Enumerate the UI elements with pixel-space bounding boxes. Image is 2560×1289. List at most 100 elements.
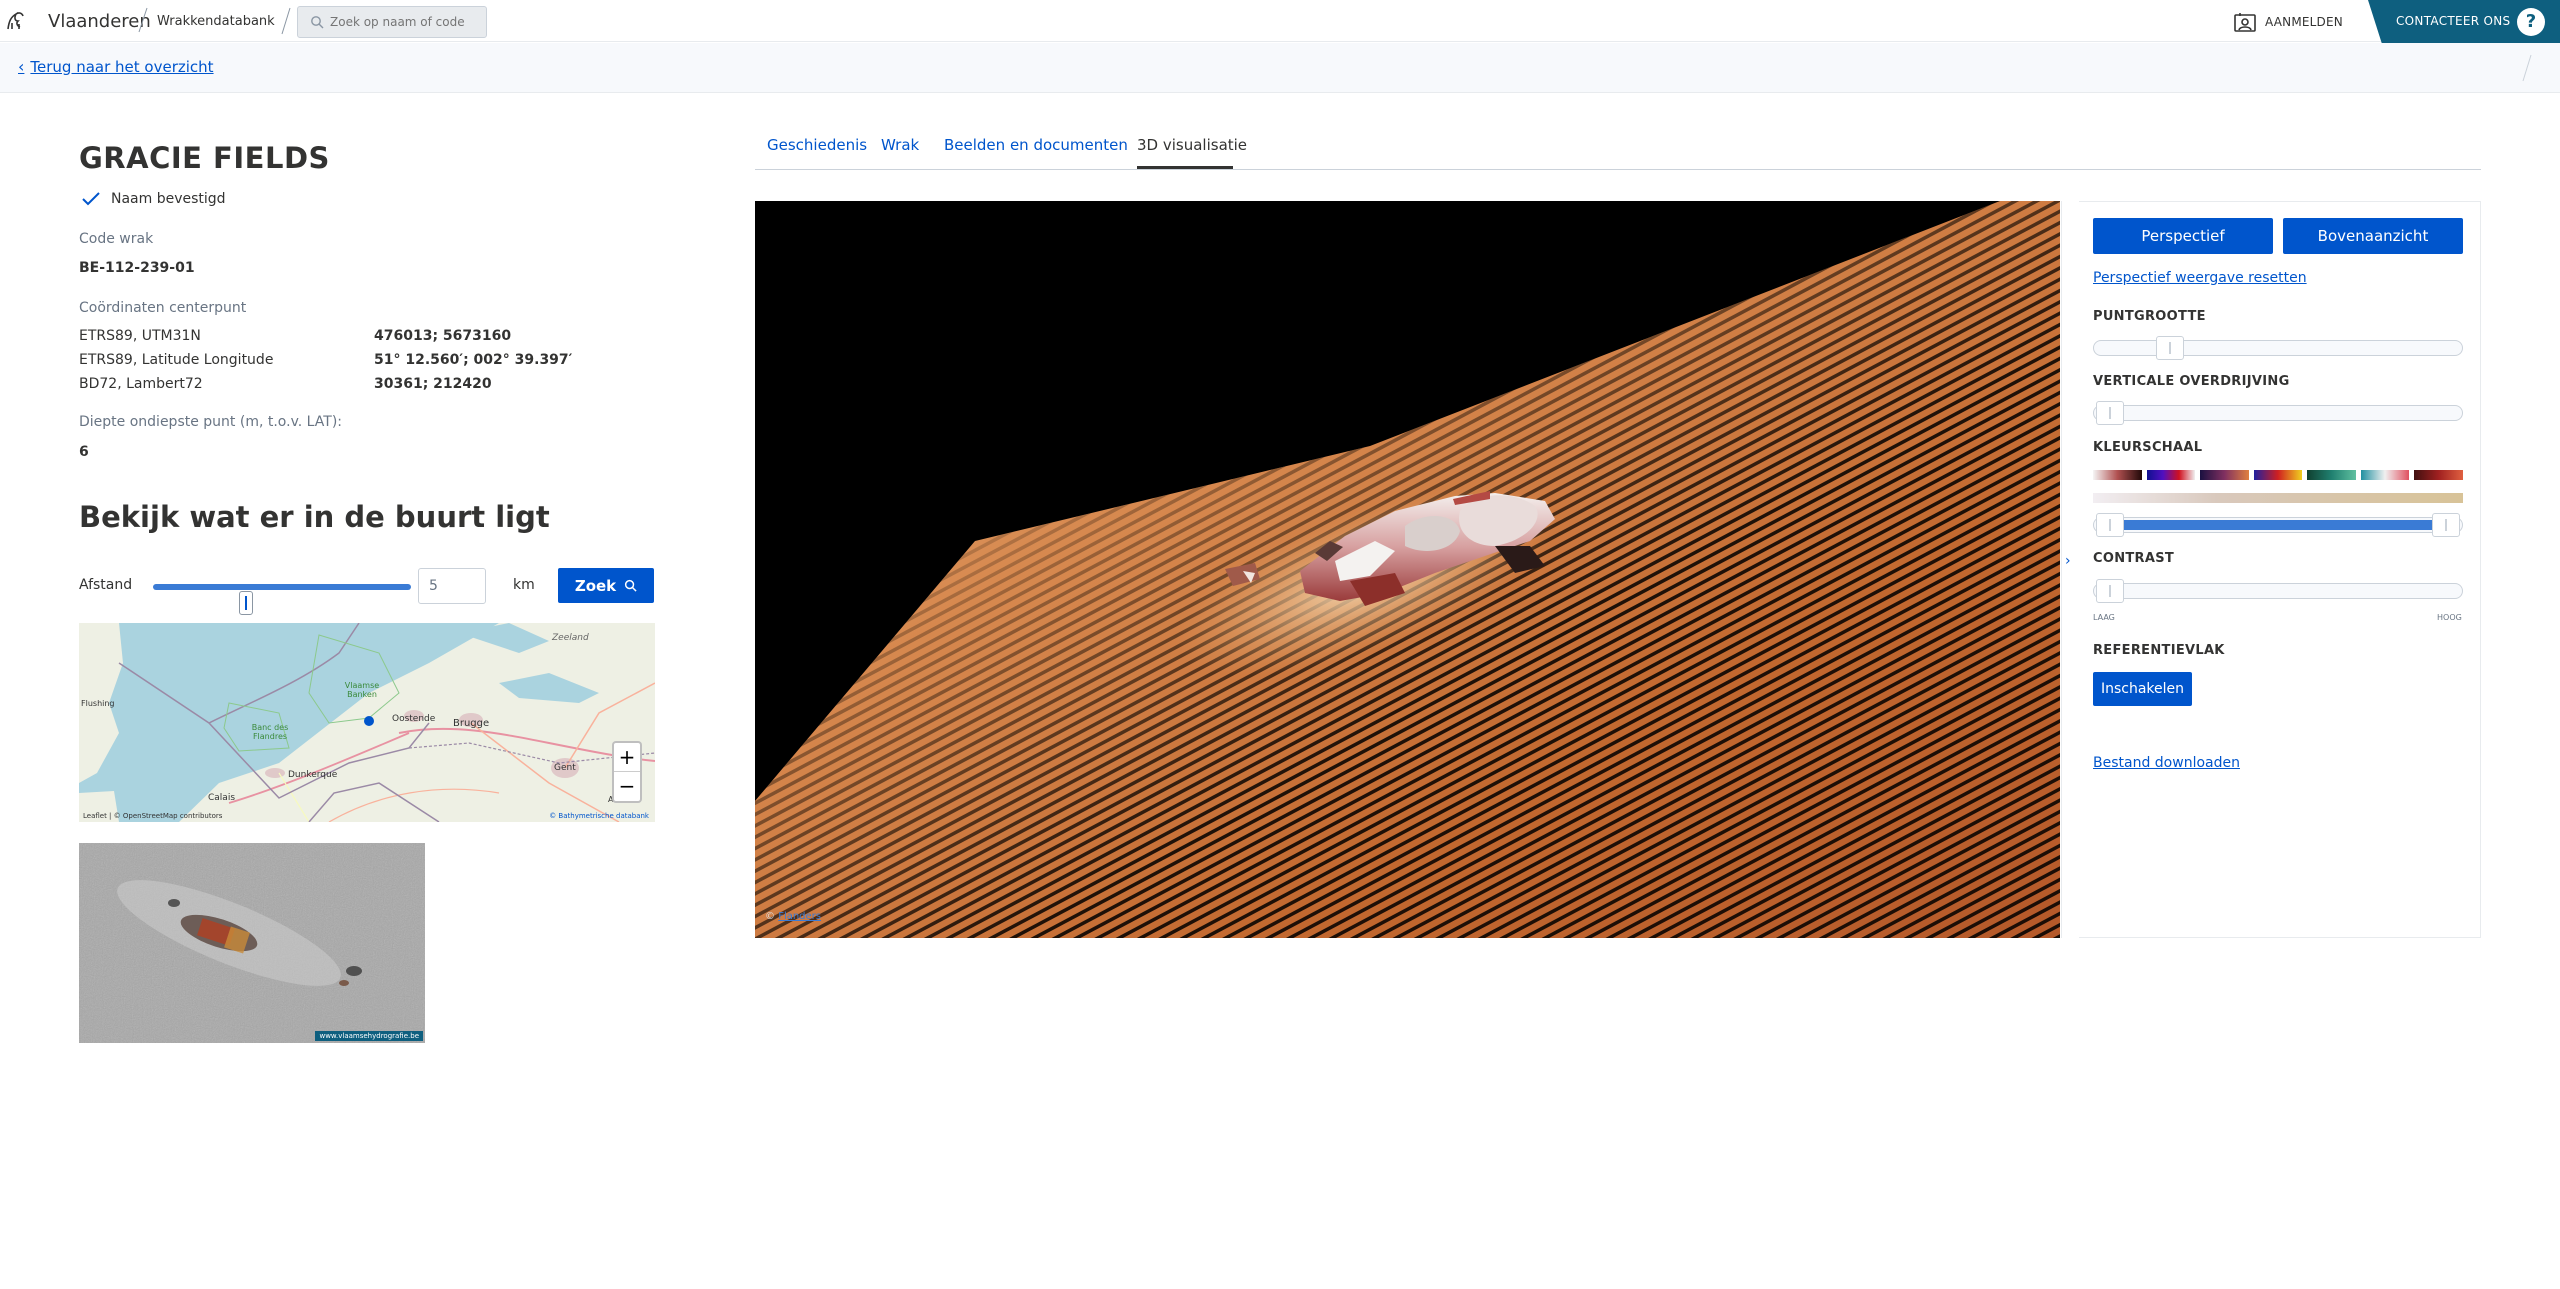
zoom-in-button[interactable]: +	[614, 743, 640, 772]
reference-plane-label: REFERENTIEVLAK	[2093, 643, 2225, 658]
viewer-controls-panel: Perspectief Bovenaanzicht Perspectief we…	[2079, 201, 2481, 938]
reset-perspective-link[interactable]: Perspectief weergave resetten	[2093, 270, 2307, 286]
color-scale-min-handle[interactable]	[2096, 513, 2124, 537]
back-link-label: Terug naar het overzicht	[30, 57, 214, 76]
tab-wrak[interactable]: Wrak	[881, 136, 919, 154]
viewer-copyright: © Flanders	[765, 911, 821, 922]
search-icon	[625, 579, 637, 592]
map-attribution-bathymetry[interactable]: © Bathymetrische databank	[549, 812, 649, 820]
distance-filter: Afstand km Zoek	[79, 568, 659, 615]
coordinate-system-name: ETRS89, Latitude Longitude	[79, 352, 274, 368]
name-confirmed-label: Naam bevestigd	[111, 191, 226, 207]
coordinate-system-name: ETRS89, UTM31N	[79, 328, 201, 344]
coordinate-system-name: BD72, Lambert72	[79, 376, 203, 392]
name-confirmed-status: Naam bevestigd	[81, 191, 226, 207]
vertical-exaggeration-handle[interactable]	[2096, 401, 2124, 425]
search-box[interactable]	[297, 6, 487, 38]
sonar-scan-picture	[79, 843, 425, 1043]
map-label: Flushing	[81, 699, 115, 708]
color-scale-range-fill	[2110, 520, 2446, 530]
nearby-heading: Bekijk wat er in de buurt ligt	[79, 500, 550, 534]
checkmark-icon	[82, 192, 100, 206]
color-scale-label: KLEURSCHAAL	[2093, 440, 2203, 455]
copyright-symbol: ©	[765, 911, 775, 922]
color-scale-range-slider[interactable]	[2093, 513, 2463, 537]
coordinate-value: 30361; 212420	[374, 376, 492, 392]
coordinates-label: Coördinaten centerpunt	[79, 300, 247, 316]
login-label: AANMELDEN	[2265, 15, 2343, 29]
coordinate-value: 51° 12.560′; 002° 39.397′	[374, 352, 573, 368]
contrast-handle[interactable]	[2096, 579, 2124, 603]
flemish-lion-logo-icon[interactable]	[4, 9, 28, 33]
active-color-gradient	[2093, 493, 2463, 503]
reference-plane-enable-button[interactable]: Inschakelen	[2093, 672, 2192, 706]
point-size-slider[interactable]	[2093, 336, 2463, 360]
distance-input[interactable]	[418, 568, 486, 604]
distance-slider-handle[interactable]	[239, 591, 253, 615]
perspective-button[interactable]: Perspectief	[2093, 218, 2273, 254]
tab-beelden-en-documenten[interactable]: Beelden en documenten	[944, 136, 1128, 154]
contrast-slider[interactable]	[2093, 579, 2463, 603]
color-scale-options	[2093, 470, 2464, 482]
download-file-link[interactable]: Bestand downloaden	[2093, 755, 2240, 771]
map-label: Banc des Flandres	[251, 723, 289, 741]
search-nearby-button[interactable]: Zoek	[558, 568, 654, 603]
color-ramp-option[interactable]	[2093, 470, 2142, 480]
depth-value: 6	[79, 444, 89, 460]
page-title: GRACIE FIELDS	[79, 141, 330, 175]
color-ramp-option[interactable]	[2414, 470, 2464, 480]
vertical-exaggeration-slider[interactable]	[2093, 401, 2463, 425]
app-name[interactable]: Wrakkendatabank	[157, 14, 275, 29]
color-ramp-option[interactable]	[2307, 470, 2356, 480]
map-tiles	[79, 623, 655, 822]
breadcrumb-bar: ‹ Terug naar het overzicht	[0, 43, 2560, 93]
distance-slider[interactable]	[153, 584, 411, 615]
chevron-left-icon: ‹	[18, 57, 25, 76]
slash-divider	[138, 7, 148, 33]
distance-unit: km	[513, 577, 535, 593]
map-label: Dunkerque	[288, 770, 338, 780]
color-ramp-option[interactable]	[2253, 470, 2303, 480]
search-input[interactable]	[330, 7, 480, 37]
login-button[interactable]: AANMELDEN	[2233, 10, 2343, 34]
panel-toggle-strip[interactable]: ›	[2061, 201, 2077, 938]
search-icon	[311, 16, 324, 29]
chevron-right-icon[interactable]: ›	[2065, 553, 2071, 569]
color-ramp-option[interactable]	[2146, 470, 2196, 480]
top-view-button[interactable]: Bovenaanzicht	[2283, 218, 2463, 254]
tab-3d-visualisatie[interactable]: 3D visualisatie	[1137, 136, 1247, 154]
map-label: Brugge	[453, 718, 490, 729]
coordinate-value: 476013; 5673160	[374, 328, 512, 344]
map-label: Gent	[554, 763, 576, 773]
tab-geschiedenis[interactable]: Geschiedenis	[767, 136, 867, 154]
slash-divider	[2522, 54, 2532, 82]
map-label: Calais	[208, 793, 236, 803]
vertical-exaggeration-label: VERTICALE OVERDRIJVING	[2093, 374, 2290, 389]
map-zoom-control: + −	[612, 741, 642, 803]
back-to-overview-link[interactable]: ‹ Terug naar het overzicht	[18, 57, 214, 76]
sonar-watermark: www.vlaamsehydrografie.be	[315, 1031, 423, 1041]
point-size-handle[interactable]	[2156, 336, 2184, 360]
nearby-map[interactable]: Flushing Vlaamse Banken Oostende Brugge …	[79, 623, 655, 822]
copyright-link[interactable]: Flanders	[778, 911, 821, 922]
color-ramp-option[interactable]	[2200, 470, 2249, 480]
contrast-label: CONTRAST	[2093, 551, 2175, 566]
top-header: Vlaanderen Wrakkendatabank AANMELDEN CON…	[0, 0, 2560, 44]
contact-button[interactable]: CONTACTEER ONS ?	[2368, 0, 2560, 44]
map-attribution[interactable]: Leaflet | © OpenStreetMap contributors	[83, 812, 222, 820]
color-ramp-option[interactable]	[2360, 470, 2410, 480]
map-label: Vlaamse Banken	[344, 681, 380, 699]
sonar-image[interactable]: www.vlaamsehydrografie.be	[79, 843, 425, 1043]
contrast-low-label: LAAG	[2093, 613, 2115, 622]
color-scale-max-handle[interactable]	[2432, 513, 2460, 537]
map-label: Zeeland	[552, 633, 589, 643]
zoom-out-button[interactable]: −	[614, 772, 640, 801]
code-label: Code wrak	[79, 231, 154, 247]
contrast-high-label: HOOG	[2437, 613, 2462, 622]
user-login-icon	[2234, 13, 2256, 32]
help-icon[interactable]: ?	[2517, 8, 2545, 36]
contact-label: CONTACTEER ONS	[2396, 14, 2511, 28]
point-cloud-render	[755, 201, 2060, 938]
3d-viewer-canvas[interactable]: © Flanders	[755, 201, 2060, 938]
brand-name[interactable]: Vlaanderen	[48, 11, 151, 32]
